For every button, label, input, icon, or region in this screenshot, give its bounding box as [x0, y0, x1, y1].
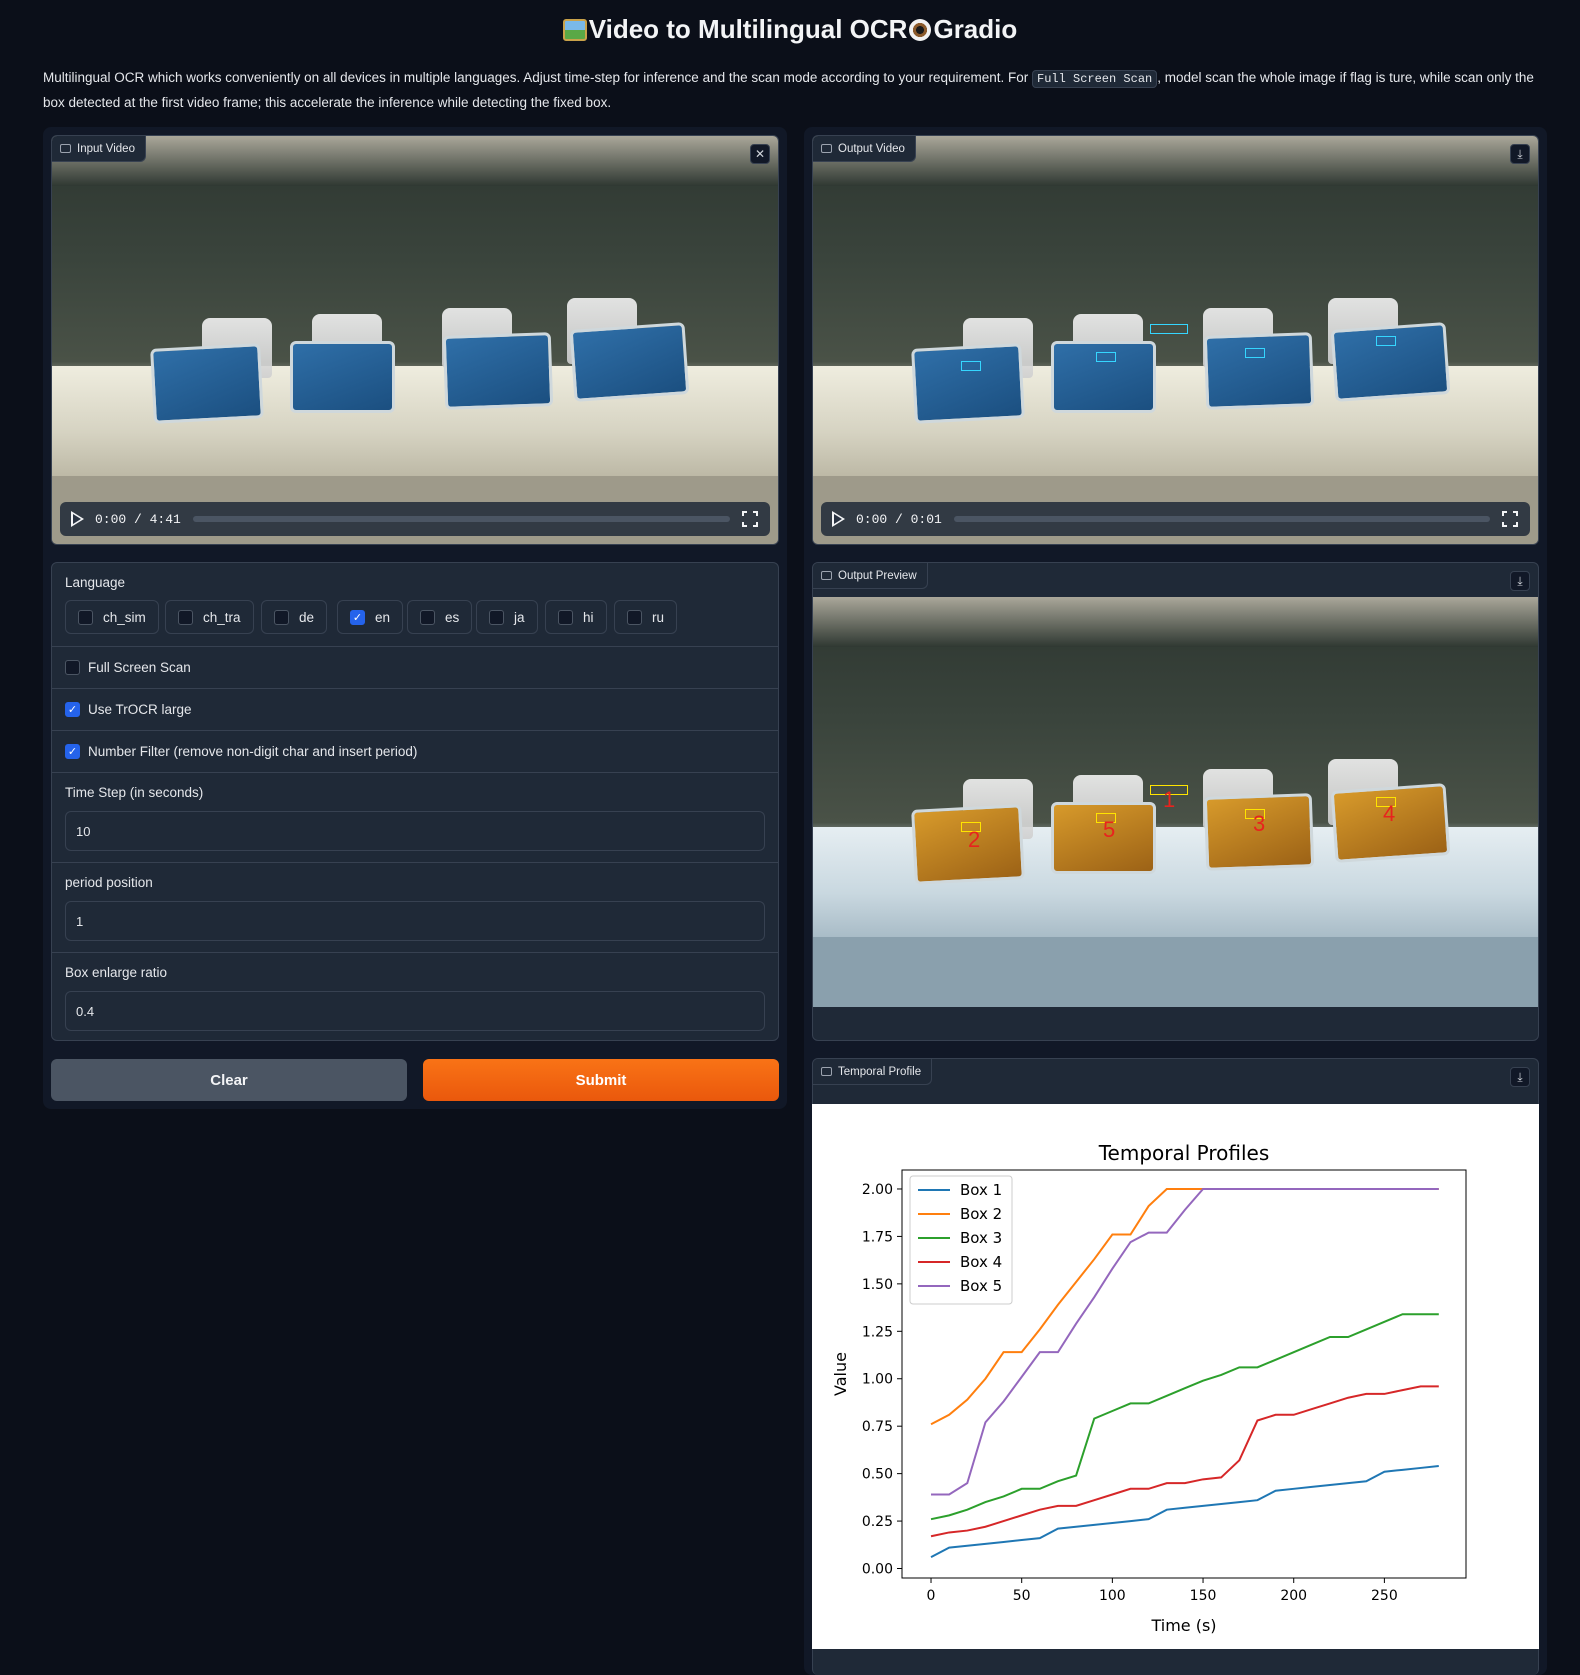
y-axis-label: Value: [831, 1352, 850, 1396]
download-icon[interactable]: ⤓: [1510, 1067, 1530, 1087]
clear-button[interactable]: Clear: [51, 1059, 407, 1101]
box-enlarge-row: Box enlarge ratio 0.4: [52, 952, 778, 1040]
y-tick-label: 0.75: [862, 1419, 893, 1435]
checkbox[interactable]: [627, 609, 642, 625]
language-label: Language: [65, 575, 126, 590]
legend-label: Box 4: [960, 1253, 1002, 1271]
submit-button[interactable]: Submit: [423, 1059, 779, 1101]
series-line-box-3: [930, 1313, 1439, 1521]
full-screen-scan-code: Full Screen Scan: [1032, 70, 1158, 88]
input-video-block: Input Video ✕ 0:00 / 4:41: [51, 135, 779, 545]
time-step-input[interactable]: 10: [65, 811, 765, 851]
checkbox[interactable]: [489, 609, 504, 625]
y-tick-label: 2.00: [862, 1182, 893, 1198]
period-position-row: period position 1: [52, 862, 778, 952]
language-option-ja[interactable]: ja: [476, 600, 538, 634]
video-icon: [821, 144, 832, 153]
checkbox[interactable]: [65, 660, 80, 675]
checkbox[interactable]: [420, 609, 435, 625]
period-position-input[interactable]: 1: [65, 901, 765, 941]
language-option-en[interactable]: ✓ en: [337, 600, 404, 634]
x-tick-label: 50: [1013, 1588, 1031, 1604]
number-filter-row: ✓ Number Filter (remove non-digit char an…: [52, 730, 778, 772]
legend-label: Box 2: [960, 1205, 1002, 1223]
checkbox-checked[interactable]: ✓: [65, 744, 80, 759]
language-option-ch-sim[interactable]: ch_sim: [65, 600, 159, 634]
play-icon[interactable]: [71, 511, 84, 527]
fullscreen-icon[interactable]: [1502, 511, 1518, 527]
use-trocr-row: ✓ Use TrOCR large: [52, 688, 778, 730]
temporal-profile-label: Temporal Profile: [813, 1059, 933, 1085]
page-description: Multilingual OCR which works convenientl…: [43, 70, 1534, 110]
box-enlarge-label: Box enlarge ratio: [65, 965, 168, 980]
video-icon: [60, 144, 71, 153]
input-video-progress[interactable]: [192, 516, 730, 522]
input-video-controls: 0:00 / 4:41: [60, 502, 770, 536]
download-icon[interactable]: ⤓: [1510, 144, 1530, 164]
eye-icon: [909, 19, 932, 41]
y-tick-label: 0.25: [862, 1514, 893, 1530]
x-tick-label: 250: [1371, 1588, 1398, 1604]
framed-picture-icon: [562, 19, 587, 41]
x-tick-label: 150: [1190, 1588, 1217, 1604]
period-position-label: period position: [65, 875, 153, 890]
series-line-box-1: [930, 1465, 1439, 1559]
time-step-row: Time Step (in seconds) 10: [52, 772, 778, 862]
close-icon[interactable]: ✕: [750, 144, 770, 164]
checkbox[interactable]: [274, 609, 289, 625]
play-icon[interactable]: [832, 511, 845, 527]
x-tick-label: 100: [1099, 1588, 1126, 1604]
output-video-frame[interactable]: [813, 136, 1538, 544]
full-screen-scan-row: Full Screen Scan: [52, 646, 778, 688]
output-preview-image: 2 5 1 3 4: [813, 597, 1538, 1007]
time-step-label: Time Step (in seconds): [65, 785, 204, 800]
language-option-de[interactable]: de: [261, 600, 328, 634]
number-filter-checkbox[interactable]: ✓ Number Filter (remove non-digit char an…: [65, 744, 417, 759]
input-video-time: 0:00 / 4:41: [95, 511, 181, 527]
language-option-es[interactable]: es: [407, 600, 473, 634]
full-screen-scan-checkbox[interactable]: Full Screen Scan: [65, 660, 191, 675]
y-tick-label: 0.00: [862, 1562, 893, 1578]
legend-label: Box 5: [960, 1277, 1002, 1295]
x-tick-label: 0: [927, 1588, 936, 1604]
checkbox-checked[interactable]: ✓: [65, 702, 80, 717]
language-option-ru[interactable]: ru: [614, 600, 678, 634]
output-preview-block: Output Preview ⤓ 2 5 1 3 4: [812, 562, 1539, 1041]
output-video-progress[interactable]: [953, 516, 1490, 522]
temporal-profile-chart: Temporal Profiles Time (s) Value 0 50 100 1…: [812, 1104, 1539, 1649]
chart-title: Temporal Profiles: [1098, 1141, 1270, 1165]
image-icon: [821, 1067, 832, 1076]
checkbox-checked[interactable]: ✓: [350, 609, 365, 625]
x-tick-label: 200: [1280, 1588, 1307, 1604]
image-icon: [821, 571, 832, 580]
y-tick-label: 1.50: [862, 1277, 893, 1293]
page-title: Video to Multilingual OCR Gradio: [0, 14, 1580, 45]
input-video-label: Input Video: [52, 136, 146, 162]
y-tick-label: 1.25: [862, 1324, 893, 1340]
output-video-label: Output Video: [813, 136, 916, 162]
x-axis-label: Time (s): [1150, 1616, 1216, 1635]
language-option-hi[interactable]: hi: [545, 600, 607, 634]
y-tick-label: 0.50: [862, 1467, 893, 1483]
legend-label: Box 3: [960, 1229, 1002, 1247]
y-tick-label: 1.00: [862, 1372, 893, 1388]
output-video-controls: 0:00 / 0:01: [821, 502, 1530, 536]
output-preview-label: Output Preview: [813, 563, 928, 589]
output-video-block: Output Video ⤓ 0:00 / 0:01: [812, 135, 1539, 545]
y-tick-label: 1.75: [862, 1229, 893, 1245]
legend-label: Box 1: [960, 1181, 1002, 1199]
input-video-frame[interactable]: [52, 136, 778, 544]
use-trocr-checkbox[interactable]: ✓ Use TrOCR large: [65, 702, 192, 717]
download-icon[interactable]: ⤓: [1510, 571, 1530, 591]
language-option-ch-tra[interactable]: ch_tra: [165, 600, 254, 634]
fullscreen-icon[interactable]: [742, 511, 758, 527]
settings-form: Language ch_sim ch_tra de ✓ en es ja hi r…: [51, 562, 779, 1041]
checkbox[interactable]: [558, 609, 573, 625]
box-enlarge-input[interactable]: 0.4: [65, 991, 765, 1031]
series-line-box-4: [930, 1385, 1439, 1538]
checkbox[interactable]: [78, 609, 93, 625]
checkbox[interactable]: [178, 609, 193, 625]
output-video-time: 0:00 / 0:01: [856, 511, 942, 527]
